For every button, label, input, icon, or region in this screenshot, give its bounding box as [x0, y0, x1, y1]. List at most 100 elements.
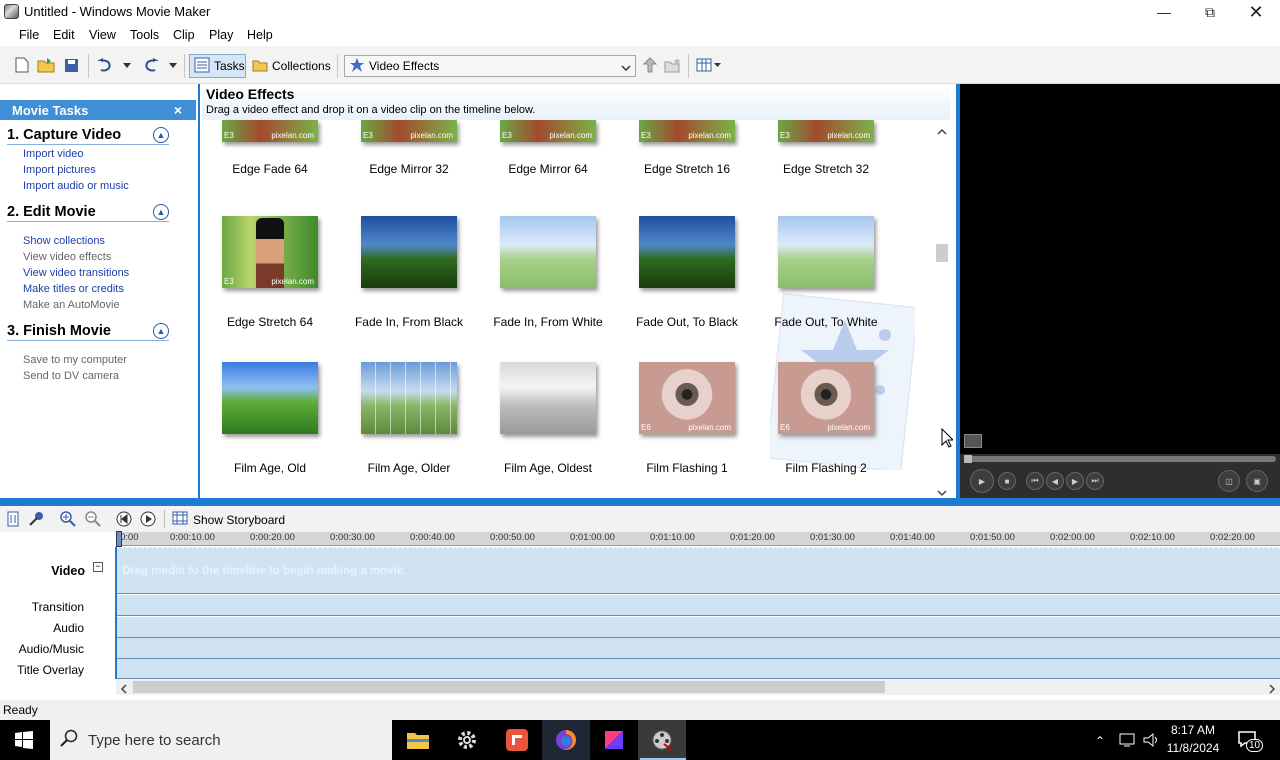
pane-divider[interactable]: [0, 498, 1280, 506]
task-import-pictures[interactable]: Import pictures: [23, 164, 96, 176]
scroll-thumb[interactable]: [936, 244, 948, 262]
presentation-app-icon[interactable]: [493, 720, 541, 760]
menu-tools[interactable]: Tools: [130, 28, 159, 42]
task-show-collections[interactable]: Show collections: [23, 235, 105, 247]
effect-item[interactable]: Fade Out, To Black: [627, 216, 747, 329]
menu-clip[interactable]: Clip: [173, 28, 195, 42]
take-picture-icon[interactable]: ▣: [1246, 470, 1268, 492]
track-label-transition[interactable]: Transition: [0, 600, 84, 614]
effect-item[interactable]: E6 pixelan.com Film Flashing 2: [766, 362, 886, 475]
menu-help[interactable]: Help: [247, 28, 273, 42]
views-menu-icon[interactable]: [696, 56, 722, 74]
back-icon[interactable]: ◀: [1046, 472, 1064, 490]
scroll-thumb[interactable]: [133, 681, 885, 693]
menu-file[interactable]: File: [19, 28, 39, 42]
new-collection-folder-icon[interactable]: [664, 56, 682, 74]
effect-item[interactable]: Fade In, From Black: [349, 216, 469, 329]
timeline-scrollbar[interactable]: [116, 679, 1280, 695]
narrate-timeline-icon[interactable]: [28, 511, 44, 530]
zoom-in-icon[interactable]: [60, 511, 76, 530]
next-frame-icon[interactable]: ⏭: [1086, 472, 1104, 490]
settings-gear-icon[interactable]: [443, 720, 491, 760]
effect-item[interactable]: Fade Out, To White: [766, 216, 886, 329]
title-overlay-track[interactable]: [116, 659, 1280, 679]
play-icon[interactable]: ▶: [970, 469, 994, 493]
collections-button[interactable]: Collections: [250, 54, 332, 78]
effect-item[interactable]: E3 pixelan.com Edge Mirror 64: [488, 120, 608, 176]
effect-item[interactable]: E6 pixelan.com Film Flashing 1: [627, 362, 747, 475]
show-storyboard-button[interactable]: Show Storyboard: [172, 511, 285, 528]
menu-view[interactable]: View: [89, 28, 116, 42]
transition-track[interactable]: [116, 595, 1280, 616]
full-screen-icon[interactable]: [964, 434, 982, 448]
effect-item[interactable]: E3 pixelan.com Edge Mirror 32: [349, 120, 469, 176]
network-icon[interactable]: [1118, 732, 1136, 751]
show-hidden-icons-icon[interactable]: ⌃: [1095, 734, 1105, 748]
collapse-chevron-up-icon[interactable]: ▲: [153, 127, 169, 143]
design-app-icon[interactable]: [590, 720, 638, 760]
taskbar-search[interactable]: Type here to search: [50, 720, 392, 760]
previous-frame-icon[interactable]: ⏮: [1026, 472, 1044, 490]
menu-edit[interactable]: Edit: [53, 28, 75, 42]
collapse-video-track-icon[interactable]: −: [93, 562, 103, 572]
play-timeline-icon[interactable]: [140, 511, 156, 530]
tasks-button[interactable]: Tasks: [189, 54, 246, 78]
windows-start-icon[interactable]: [0, 720, 48, 760]
section-edit-movie[interactable]: 2. Edit Movie ▲: [7, 204, 169, 222]
track-label-video[interactable]: Video: [1, 564, 85, 578]
open-project-icon[interactable]: [37, 56, 55, 74]
effect-item[interactable]: Film Age, Old: [210, 362, 330, 475]
save-project-icon[interactable]: [62, 56, 80, 74]
close-button[interactable]: ✕: [1233, 0, 1279, 24]
clock-date[interactable]: 11/8/2024: [1166, 741, 1220, 755]
redo-dropdown-icon[interactable]: [167, 56, 179, 74]
audio-music-track[interactable]: [116, 638, 1280, 659]
section-finish-movie[interactable]: 3. Finish Movie ▲: [7, 323, 169, 341]
track-label-audio[interactable]: Audio: [0, 621, 84, 635]
section-capture-video[interactable]: 1. Capture Video ▲: [7, 127, 169, 145]
zoom-out-icon[interactable]: [85, 511, 101, 530]
set-audio-levels-icon[interactable]: [6, 511, 20, 530]
up-one-level-icon[interactable]: [641, 56, 659, 74]
scroll-right-icon[interactable]: [1269, 683, 1276, 697]
task-import-audio[interactable]: Import audio or music: [23, 180, 129, 192]
video-track[interactable]: Drag media to the timeline to begin maki…: [116, 547, 1280, 594]
undo-dropdown-icon[interactable]: [121, 56, 133, 74]
effect-item[interactable]: E3 pixelan.com Edge Fade 64: [210, 120, 330, 176]
track-label-audio-music[interactable]: Audio/Music: [0, 642, 84, 656]
file-explorer-icon[interactable]: [394, 720, 442, 760]
effect-item[interactable]: Fade In, From White: [488, 216, 608, 329]
clock-time[interactable]: 8:17 AM: [1166, 723, 1220, 737]
audio-track[interactable]: [116, 617, 1280, 638]
collapse-chevron-up-icon[interactable]: ▲: [153, 323, 169, 339]
seek-bar[interactable]: [964, 455, 1276, 463]
split-clip-icon[interactable]: ◫: [1218, 470, 1240, 492]
rewind-timeline-icon[interactable]: [116, 511, 132, 530]
close-pane-icon[interactable]: ×: [174, 102, 182, 118]
effect-item[interactable]: Film Age, Oldest: [488, 362, 608, 475]
effect-item[interactable]: E3 pixelan.com Edge Stretch 64: [210, 216, 330, 329]
scroll-up-icon[interactable]: [937, 124, 947, 138]
undo-icon[interactable]: [96, 56, 114, 74]
volume-icon[interactable]: [1142, 732, 1160, 751]
task-import-video[interactable]: Import video: [23, 148, 84, 160]
menu-play[interactable]: Play: [209, 28, 233, 42]
collapse-chevron-up-icon[interactable]: ▲: [153, 204, 169, 220]
minimize-button[interactable]: —: [1141, 0, 1187, 24]
new-project-icon[interactable]: [13, 56, 31, 74]
redo-icon[interactable]: [142, 56, 160, 74]
scroll-left-icon[interactable]: [120, 683, 127, 697]
forward-icon[interactable]: ▶: [1066, 472, 1084, 490]
playhead-indicator[interactable]: [116, 531, 122, 547]
task-make-titles[interactable]: Make titles or credits: [23, 283, 124, 295]
timeline-ruler[interactable]: 0:00 0:00:10.00 0:00:20.00 0:00:30.00 0:00:4…: [116, 532, 1280, 546]
task-view-video-transitions[interactable]: View video transitions: [23, 267, 129, 279]
firefox-icon[interactable]: [542, 720, 590, 760]
effect-item[interactable]: E3 pixelan.com Edge Stretch 32: [766, 120, 886, 176]
effect-item[interactable]: Film Age, Older: [349, 362, 469, 475]
collection-select[interactable]: Video Effects: [344, 55, 636, 77]
restore-button[interactable]: ⧉: [1187, 0, 1233, 24]
track-label-title-overlay[interactable]: Title Overlay: [0, 663, 84, 677]
effect-item[interactable]: E3 pixelan.com Edge Stretch 16: [627, 120, 747, 176]
movie-maker-taskbar-icon[interactable]: [638, 720, 686, 760]
